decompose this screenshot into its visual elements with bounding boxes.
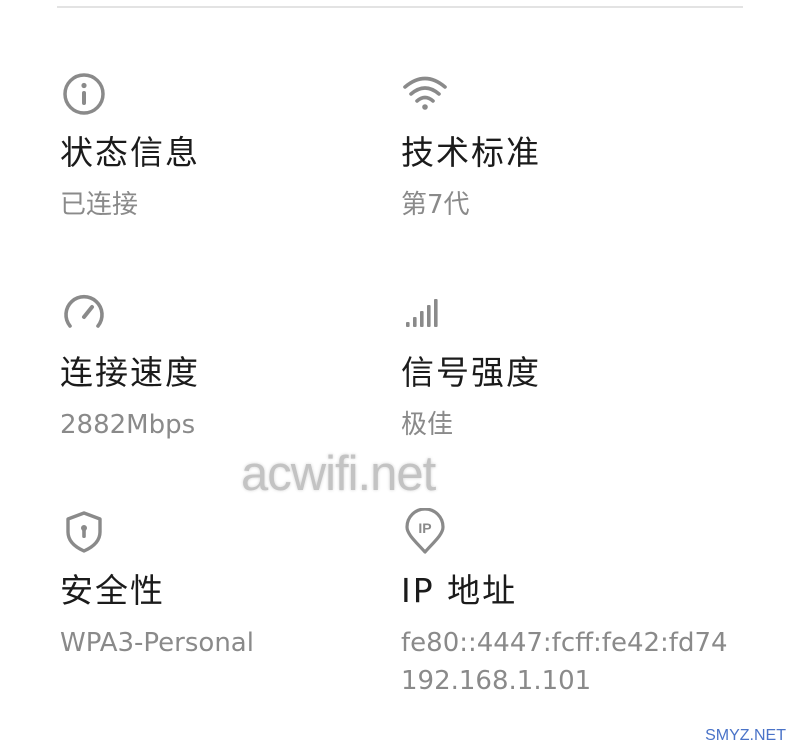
signal-strength-value: 极佳 [401, 410, 454, 440]
connection-speed-value: 2882Mbps [60, 410, 196, 440]
top-divider [57, 6, 743, 8]
speedometer-icon [60, 290, 108, 338]
ip-location-icon: IP [401, 508, 449, 556]
signal-strength-label: 信号强度 [401, 353, 541, 392]
signal-bars-icon [401, 290, 449, 338]
connection-speed-label: 连接速度 [60, 353, 200, 392]
shield-icon [60, 508, 108, 556]
wifi-icon [401, 70, 449, 118]
watermark-text: acwifi.net [241, 447, 436, 501]
credit-text: SMYZ.NET [705, 727, 786, 744]
ipv6-address-value: fe80::4447:fcff:fe42:fd74 [401, 628, 728, 658]
security-label: 安全性 [60, 571, 165, 610]
tech-standard-value: 第7代 [401, 190, 470, 220]
security-value: WPA3-Personal [60, 628, 254, 658]
ipv4-address-value: 192.168.1.101 [401, 666, 592, 696]
ip-address-label: IP 地址 [401, 571, 518, 610]
status-info-label: 状态信息 [60, 133, 200, 172]
tech-standard-label: 技术标准 [401, 133, 541, 172]
status-info-value: 已连接 [60, 190, 139, 220]
info-icon [60, 70, 108, 118]
svg-text:IP: IP [418, 520, 431, 536]
